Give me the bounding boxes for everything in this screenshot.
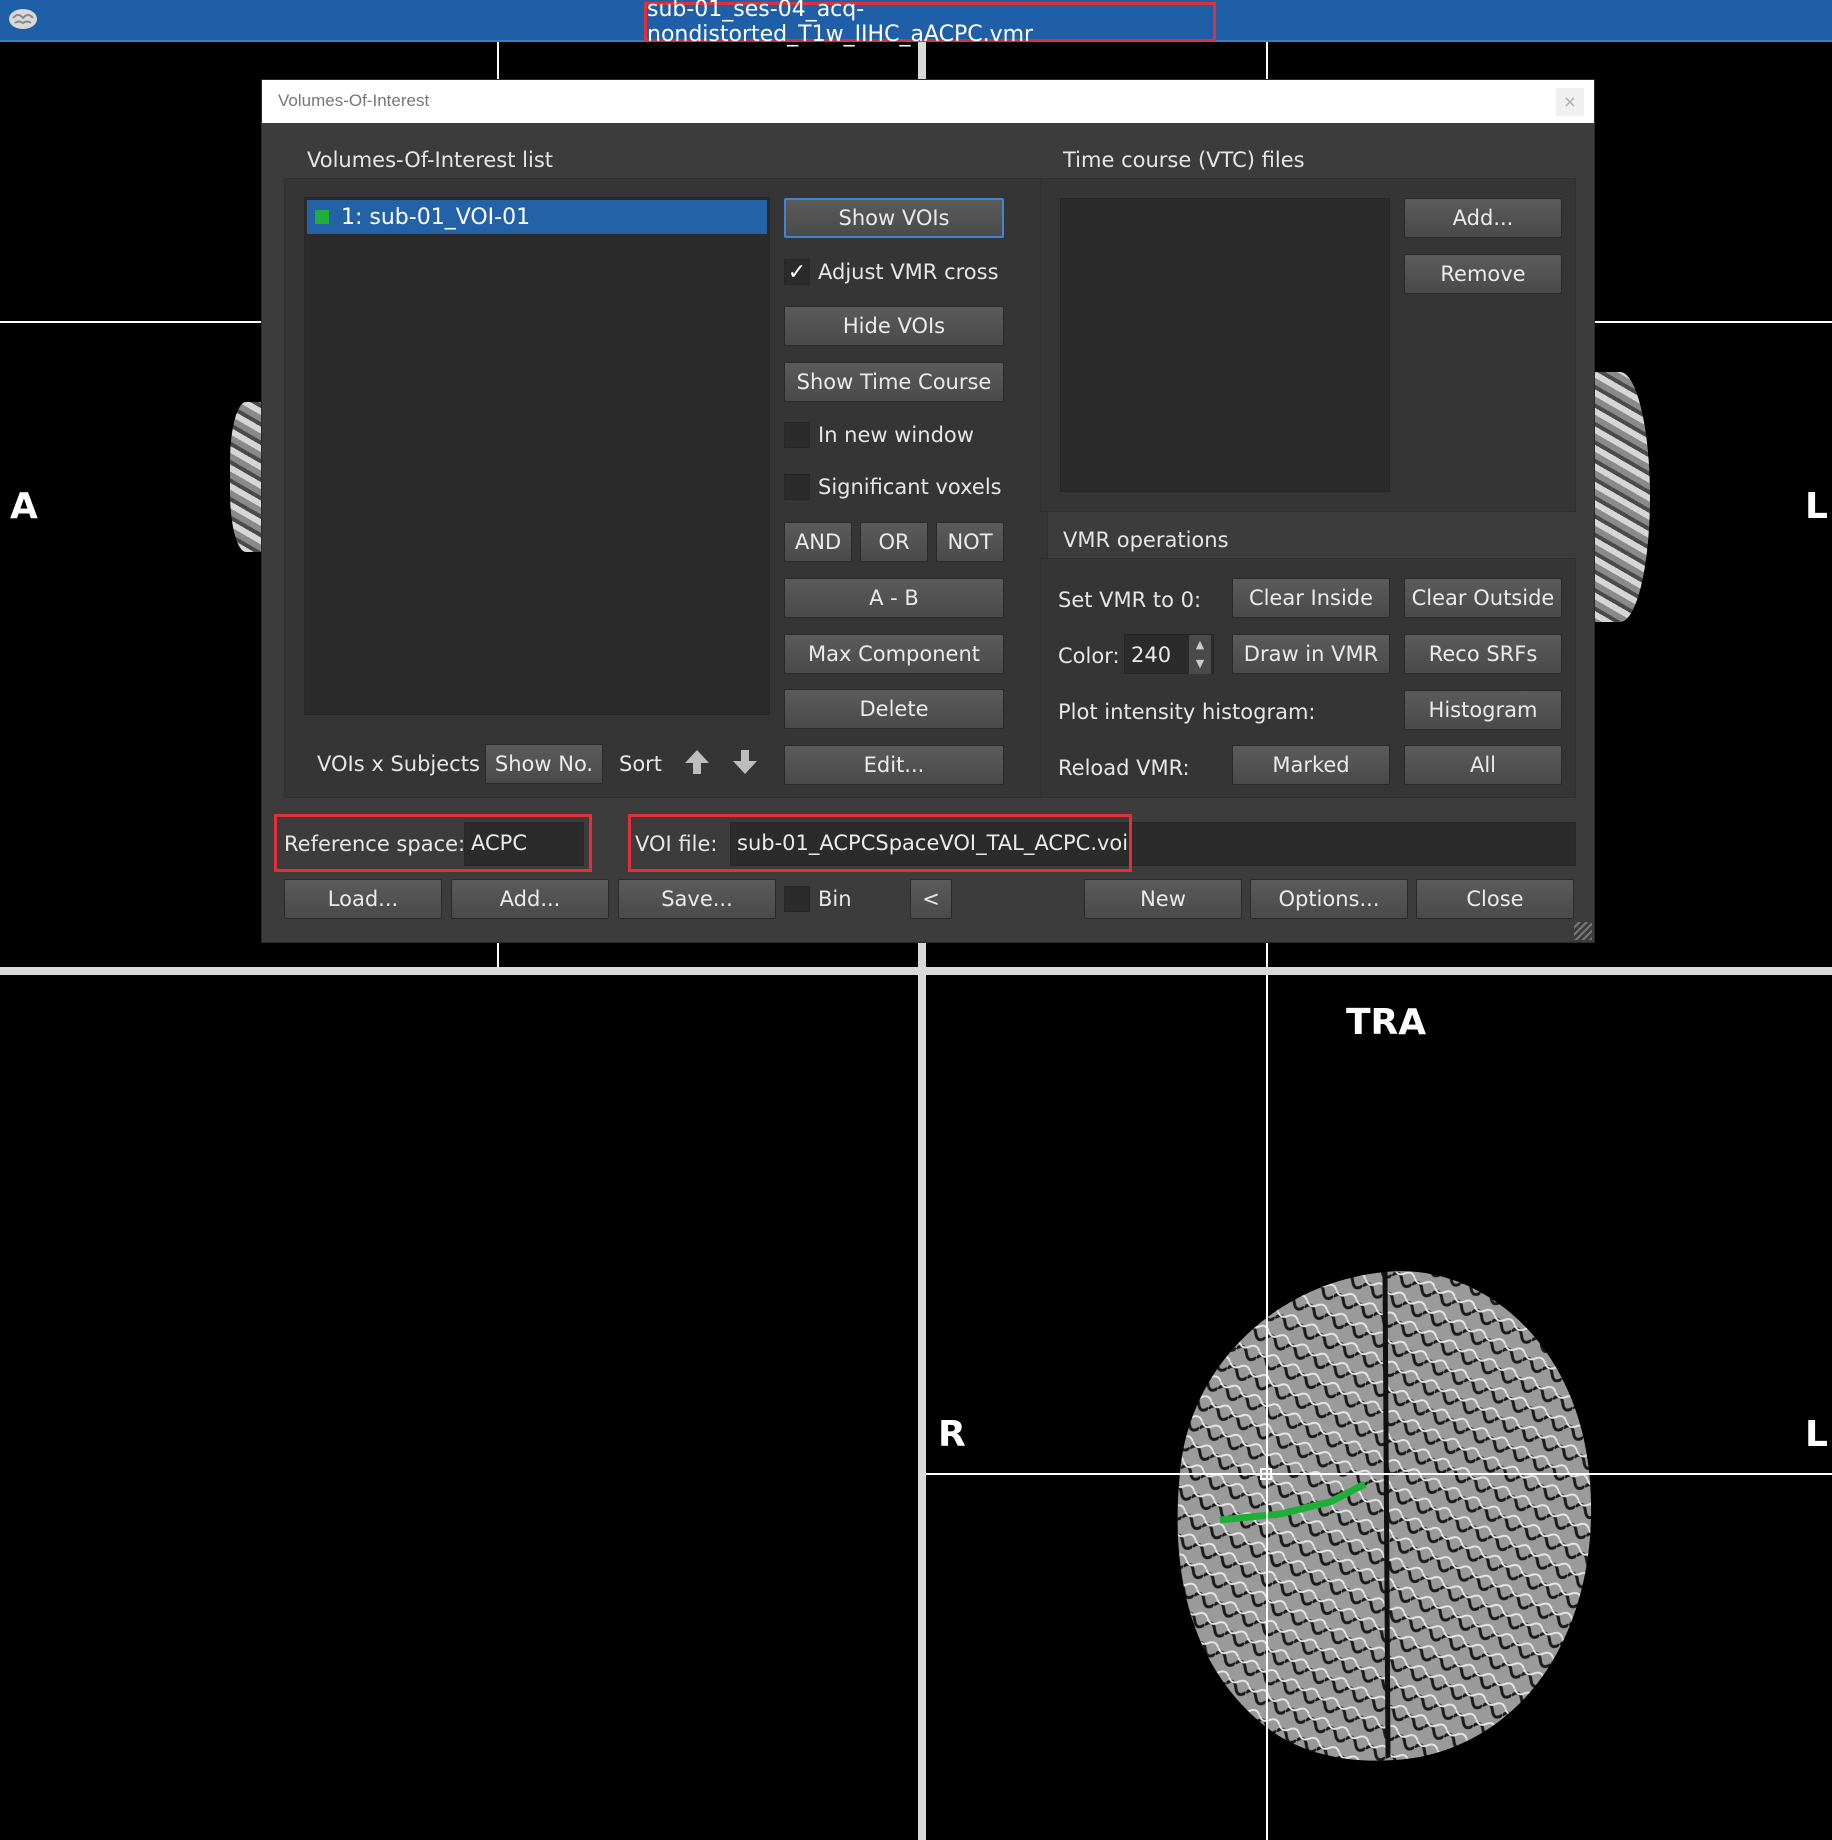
draw-in-vmr-button[interactable]: Draw in VMR [1232, 634, 1390, 674]
delete-button[interactable]: Delete [784, 689, 1004, 729]
orientation-label-a: A [10, 486, 38, 527]
orientation-label-l-bottom: L [1805, 1414, 1828, 1455]
in-new-window-checkbox[interactable] [784, 422, 810, 448]
voi-list[interactable]: 1: sub-01_VOI-01 [304, 197, 770, 715]
save-button[interactable]: Save... [618, 879, 776, 919]
reload-vmr-label: Reload VMR: [1058, 756, 1190, 780]
vtc-add-button[interactable]: Add... [1404, 198, 1562, 238]
crosshair-horizontal-br [926, 1473, 1832, 1475]
list-item[interactable]: 1: sub-01_VOI-01 [307, 200, 767, 234]
significant-voxels-checkbox[interactable] [784, 474, 810, 500]
options-button[interactable]: Options... [1250, 879, 1408, 919]
view-separator-horizontal[interactable] [0, 967, 1832, 975]
sort-down-arrow-icon[interactable] [730, 747, 760, 777]
back-button[interactable]: < [910, 879, 952, 919]
color-label: Color: [1058, 644, 1120, 668]
vtc-header: Time course (VTC) files [1063, 148, 1305, 172]
voi-color-swatch [315, 210, 329, 224]
spin-up-icon[interactable]: ▲ [1189, 635, 1211, 655]
show-time-course-button[interactable]: Show Time Course [784, 362, 1004, 402]
sort-label: Sort [619, 752, 663, 776]
color-spinbox[interactable]: 240 ▲ ▼ [1124, 634, 1214, 674]
sort-up-arrow-icon[interactable] [682, 747, 712, 777]
close-button[interactable]: Close [1416, 879, 1574, 919]
brain-app-icon[interactable] [6, 4, 40, 34]
clear-outside-button[interactable]: Clear Outside [1404, 578, 1562, 618]
show-no-button[interactable]: Show No. [485, 744, 603, 784]
crosshair-center-marker [1260, 1468, 1272, 1480]
a-minus-b-button[interactable]: A - B [784, 578, 1004, 618]
vois-x-subjects-label: VOIs x Subjects [317, 752, 480, 776]
title-bar: sub-01_ses-04_acq-nondistorted_T1w_IIHC_… [0, 0, 1832, 47]
voi-item-label: 1: sub-01_VOI-01 [341, 204, 531, 230]
reload-all-button[interactable]: All [1404, 745, 1562, 785]
reference-space-highlight [274, 814, 592, 872]
vmr-operations-header: VMR operations [1063, 528, 1229, 552]
adjust-vmr-cross-checkbox[interactable]: ✓ [784, 259, 810, 285]
voi-file-highlight [628, 814, 1132, 872]
show-vois-button[interactable]: Show VOIs [784, 198, 1004, 238]
reload-marked-button[interactable]: Marked [1232, 745, 1390, 785]
and-button[interactable]: AND [784, 522, 852, 562]
vtc-list[interactable] [1060, 198, 1390, 492]
voi-dialog: Volumes-Of-Interest × Volumes-Of-Interes… [261, 79, 1595, 943]
set-vmr-label: Set VMR to 0: [1058, 588, 1202, 612]
in-new-window-label: In new window [818, 423, 974, 447]
color-value: 240 [1131, 643, 1172, 667]
window-title: sub-01_ses-04_acq-nondistorted_T1w_IIHC_… [644, 0, 1216, 47]
resize-grip-icon[interactable] [1574, 922, 1592, 940]
adjust-vmr-cross-label: Adjust VMR cross [818, 260, 999, 284]
voi-list-header: Volumes-Of-Interest list [307, 148, 554, 172]
not-button[interactable]: NOT [936, 522, 1004, 562]
max-component-button[interactable]: Max Component [784, 634, 1004, 674]
spin-down-icon[interactable]: ▼ [1189, 654, 1211, 674]
clear-inside-button[interactable]: Clear Inside [1232, 578, 1390, 618]
bin-checkbox[interactable] [784, 886, 810, 912]
reco-srfs-button[interactable]: Reco SRFs [1404, 634, 1562, 674]
vtc-remove-button[interactable]: Remove [1404, 254, 1562, 294]
orientation-label-r: R [938, 1414, 966, 1455]
significant-voxels-label: Significant voxels [818, 475, 1002, 499]
histogram-button[interactable]: Histogram [1404, 690, 1562, 730]
dialog-title: Volumes-Of-Interest [262, 80, 1594, 123]
edit-button[interactable]: Edit... [784, 745, 1004, 785]
plot-histogram-label: Plot intensity histogram: [1058, 700, 1316, 724]
or-button[interactable]: OR [860, 522, 928, 562]
crosshair-vertical-br [1266, 975, 1268, 1840]
brain-transversal-slice [1177, 1271, 1592, 1761]
dialog-close-icon[interactable]: × [1556, 88, 1584, 116]
new-button[interactable]: New [1084, 879, 1242, 919]
plane-label-tra: TRA [1346, 1002, 1427, 1043]
brain-slice-edge-right [1590, 372, 1650, 622]
orientation-label-l-top: L [1805, 486, 1828, 527]
load-button[interactable]: Load... [284, 879, 442, 919]
bin-label: Bin [818, 887, 852, 911]
add-button[interactable]: Add... [451, 879, 609, 919]
hide-vois-button[interactable]: Hide VOIs [784, 306, 1004, 346]
